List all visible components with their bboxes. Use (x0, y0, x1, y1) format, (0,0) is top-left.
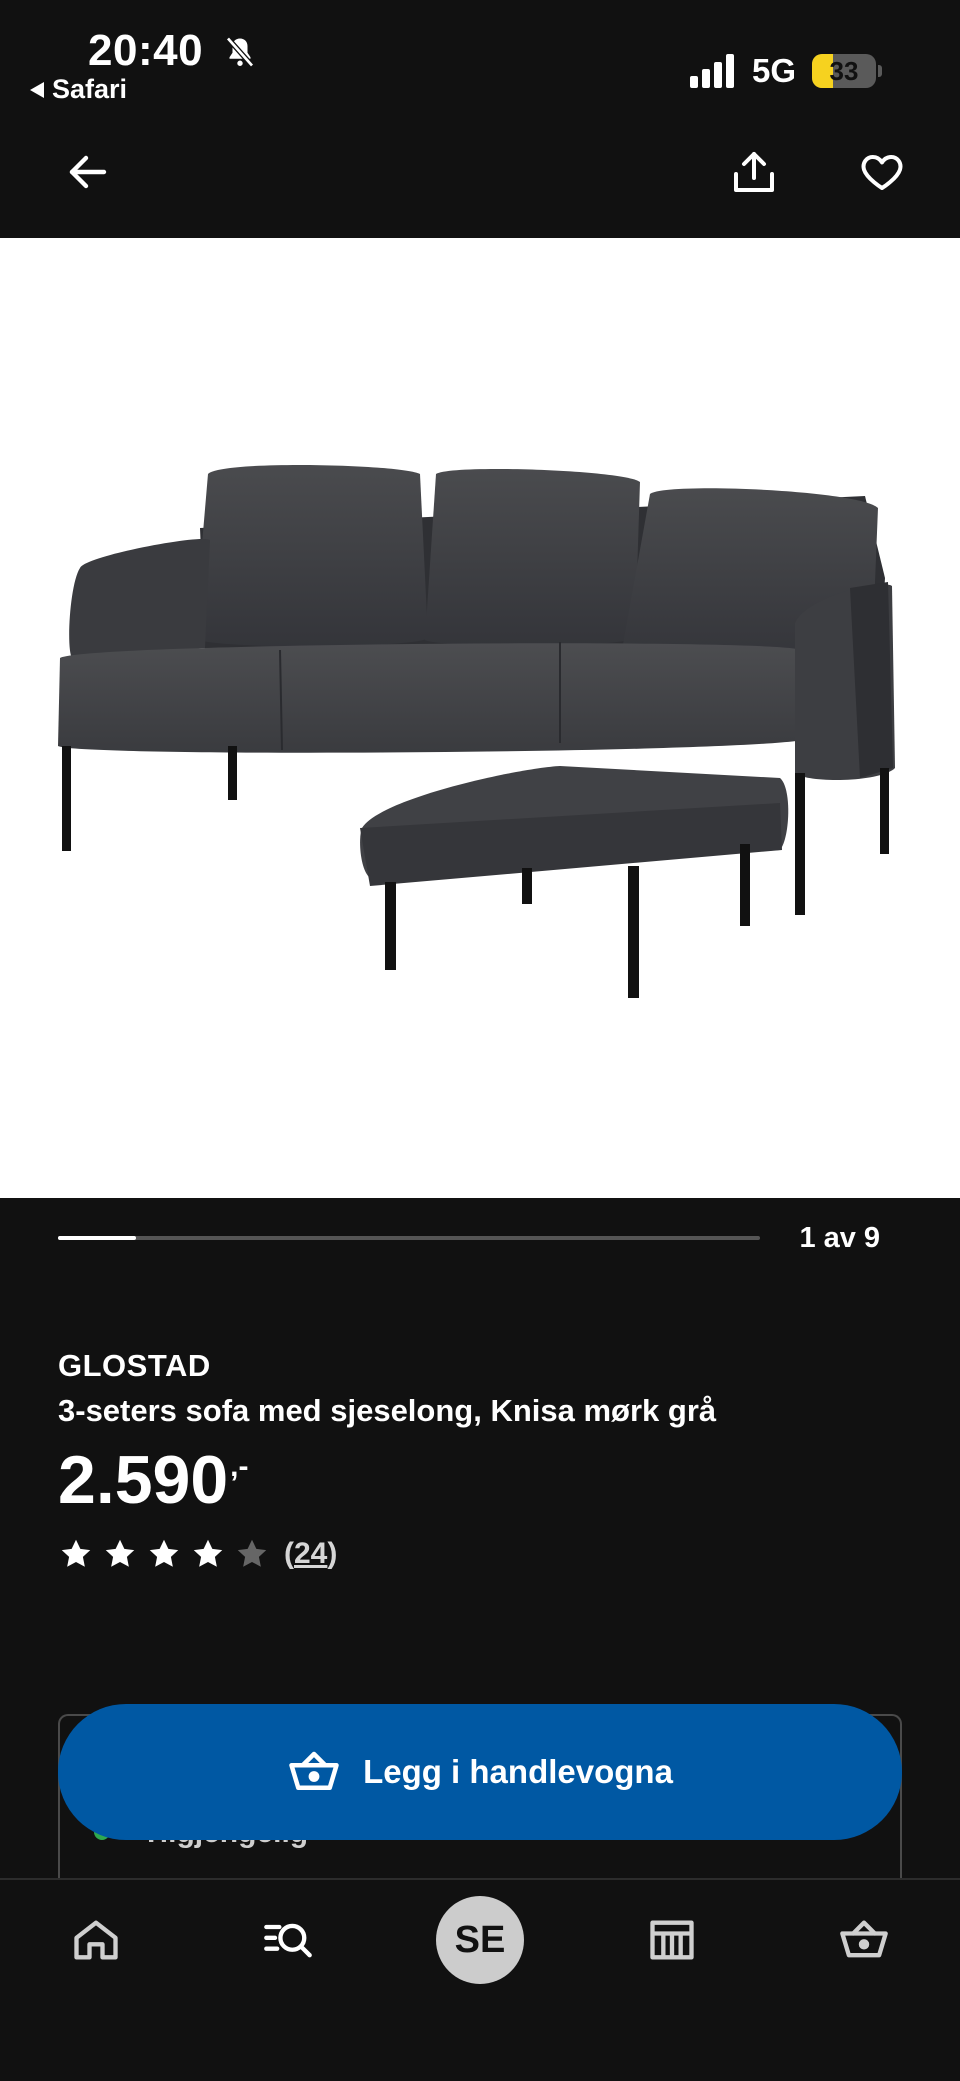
price-amount: 2.590 (58, 1442, 229, 1518)
tab-cart[interactable] (824, 1880, 904, 2000)
back-triangle-icon (30, 81, 44, 98)
status-time: 20:40 (88, 26, 204, 75)
battery-indicator: 33 (812, 54, 876, 88)
rating-count: 24 (294, 1537, 328, 1570)
back-button[interactable] (48, 132, 128, 212)
carousel-progress-fill (58, 1236, 136, 1240)
arrow-left-icon (69, 155, 107, 189)
image-counter: 1 av 9 (799, 1222, 880, 1255)
share-icon (734, 152, 774, 192)
heart-icon (861, 155, 903, 190)
home-icon (74, 1920, 118, 1960)
share-button[interactable] (714, 132, 794, 212)
signal-icon (690, 54, 734, 88)
price-suffix: ,- (230, 1450, 249, 1483)
product-image[interactable] (0, 238, 960, 1198)
tab-home[interactable] (56, 1880, 136, 2000)
tab-stores[interactable] (632, 1880, 712, 2000)
image-counter-total: 9 (863, 1222, 880, 1254)
battery-nub (878, 65, 882, 77)
star-filled-icon (149, 1539, 179, 1567)
tab-search[interactable] (248, 1880, 328, 2000)
add-to-cart-label: Legg i handlevogna (363, 1753, 673, 1790)
battery-level: 33 (829, 56, 859, 86)
add-to-cart-button[interactable]: Legg i handlevogna (58, 1704, 902, 1840)
sofa-image (58, 464, 895, 998)
image-counter-separator: av (823, 1222, 856, 1254)
store-badge: SE (436, 1896, 524, 1984)
product-rating[interactable]: (24) (58, 1536, 337, 1572)
product-price: 2.590 ,- (58, 1444, 249, 1516)
bottom-nav: SE (0, 1878, 960, 2081)
product-description: 3-seters sofa med sjeselong, Knisa mørk … (58, 1393, 717, 1428)
store-icon (650, 1920, 694, 1960)
back-to-app-link[interactable]: Safari (30, 74, 127, 105)
rating-count-link[interactable]: (24) (284, 1537, 337, 1571)
carousel-progress (58, 1236, 760, 1240)
product-name: GLOSTAD (58, 1348, 211, 1383)
network-type: 5G (752, 52, 797, 89)
basket-icon (840, 1920, 888, 1958)
rating-open-paren: ( (284, 1537, 294, 1570)
star-filled-icon (105, 1539, 135, 1567)
star-filled-icon (61, 1539, 91, 1567)
star-filled-icon (193, 1539, 223, 1567)
status-bar: 20:40 Safari 5G 33 (0, 0, 960, 110)
favorite-button[interactable] (842, 132, 922, 212)
top-nav (0, 110, 960, 238)
back-app-label: Safari (52, 74, 128, 104)
image-counter-current: 1 (799, 1222, 816, 1254)
search-list-icon (264, 1923, 312, 1958)
basket-icon (289, 1751, 339, 1790)
rating-close-paren: ) (327, 1537, 338, 1570)
bell-slash-icon (226, 36, 254, 68)
star-empty-icon (237, 1539, 267, 1567)
tab-store-selector[interactable]: SE (436, 1880, 524, 2000)
